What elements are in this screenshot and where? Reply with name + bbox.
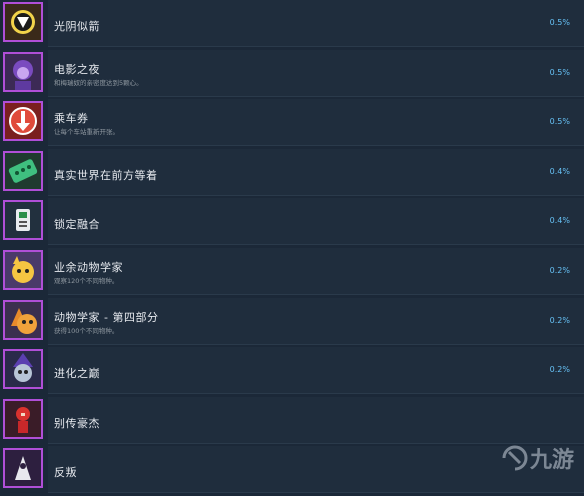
yellow-creature-icon (3, 249, 43, 290)
down-arrow-badge-icon (3, 101, 43, 142)
achievement-row[interactable]: 锁定融合 0.4% (0, 198, 584, 248)
achievement-list: 光阴似箭 0.5% 电影之夜 和梅瑞奴的亲密度达到5颗心。 0.5% 乘车券 让… (0, 0, 584, 496)
row-background (48, 49, 584, 97)
achievement-name: 动物学家 - 第四部分 (54, 310, 159, 324)
unlock-percent: 0.5% (549, 18, 570, 27)
achievement-name: 进化之巅 (54, 367, 100, 381)
unlock-percent: 0.2% (549, 265, 570, 275)
row-background (48, 396, 584, 444)
achievement-name: 别传豪杰 (54, 416, 100, 430)
triangle-clock-icon (3, 2, 43, 42)
purple-girl-portrait-icon (3, 51, 43, 92)
nine-game-logo-icon (502, 445, 528, 471)
watermark-logo: 九游 (500, 442, 574, 474)
row-background (48, 99, 584, 147)
unlock-percent: 0.2% (549, 315, 570, 325)
watermark-text: 九游 (529, 448, 574, 473)
achievement-description: 让每个车站重新开张。 (54, 128, 119, 137)
achievement-row[interactable]: 乘车券 让每个车站重新开张。 0.5% (0, 99, 584, 149)
achievement-name: 锁定融合 (54, 218, 100, 232)
device-icon (3, 200, 43, 241)
achievement-row[interactable]: 进化之巅 0.2% (0, 347, 584, 397)
achievement-description: 观察120个不同物种。 (54, 276, 119, 285)
row-background (48, 198, 584, 246)
row-background (48, 347, 584, 395)
achievement-name: 光阴似箭 (54, 20, 100, 33)
unlock-percent: 0.5% (549, 117, 570, 127)
orange-cat-icon (3, 299, 43, 340)
achievement-row[interactable]: 业余动物学家 观察120个不同物种。 0.2% (0, 247, 584, 298)
achievement-row[interactable]: 反叛 (0, 446, 584, 496)
unlock-percent: 0.5% (549, 67, 570, 77)
achievement-row[interactable]: 光阴似箭 0.5% (0, 0, 584, 50)
achievement-row[interactable]: 电影之夜 和梅瑞奴的亲密度达到5颗心。 0.5% (0, 49, 584, 100)
achievement-row[interactable]: 别传豪杰 (0, 396, 584, 447)
achievement-name: 业余动物学家 (54, 260, 123, 274)
wizard-creature-icon (3, 349, 43, 390)
achievement-name: 电影之夜 (54, 62, 100, 76)
unlock-percent: 0.4% (549, 166, 570, 176)
achievement-description: 获得100个不同物种。 (54, 326, 119, 335)
ticket-icon (3, 150, 43, 191)
achievement-row[interactable]: 真实世界在前方等着 0.4% (0, 148, 584, 199)
unlock-percent: 0.2% (549, 365, 570, 375)
unlock-percent: 0.4% (549, 216, 570, 226)
achievement-row[interactable]: 动物学家 - 第四部分 获得100个不同物种。 0.2% (0, 297, 584, 348)
achievement-name: 乘车券 (54, 112, 89, 126)
achievement-description: 和梅瑞奴的亲密度达到5颗心。 (54, 78, 143, 87)
row-background (48, 247, 584, 295)
achievement-name: 反叛 (54, 466, 77, 480)
dark-figure-icon (3, 448, 43, 489)
achievement-name: 真实世界在前方等着 (54, 168, 158, 182)
red-hero-icon (3, 398, 43, 439)
row-background (48, 0, 584, 47)
